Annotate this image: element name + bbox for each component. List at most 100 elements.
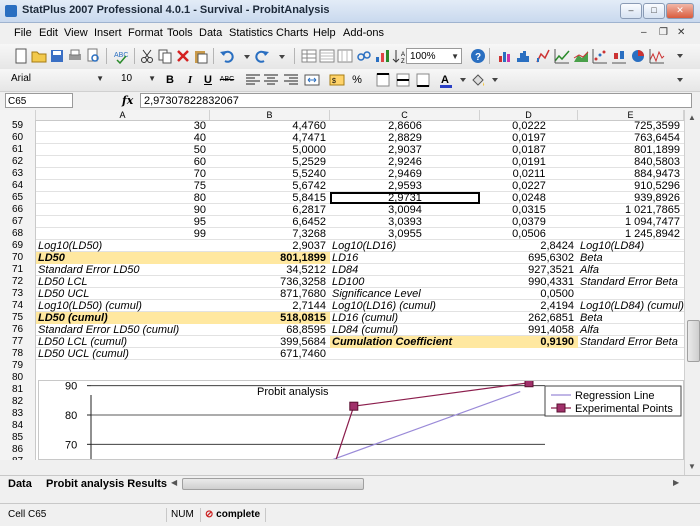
row-number[interactable]: 86 (0, 444, 36, 456)
open-folder-icon[interactable] (31, 48, 47, 64)
column-header-c[interactable]: C (330, 110, 480, 120)
cell-a[interactable]: 90 (36, 204, 210, 216)
cell-b[interactable]: 2,9037 (210, 240, 330, 252)
cell-b[interactable]: 5,2529 (210, 156, 330, 168)
row-number[interactable]: 59 (0, 120, 36, 132)
select-all-corner[interactable] (0, 110, 36, 120)
menu-statistics[interactable]: Statistics (229, 27, 273, 39)
border-bottom-icon[interactable] (415, 72, 431, 88)
row-number[interactable]: 77 (0, 336, 36, 348)
cell-d[interactable]: 0,0500 (480, 288, 578, 300)
line-chart-icon[interactable] (554, 48, 570, 64)
cell-b[interactable]: 4,4760 (210, 120, 330, 132)
cell-c[interactable]: LD84 (330, 264, 480, 276)
row-number[interactable]: 74 (0, 300, 36, 312)
mdi-restore-icon[interactable]: ❐ (659, 28, 669, 38)
scatter-chart-icon[interactable] (592, 48, 608, 64)
cell-d[interactable]: 991,4058 (480, 324, 578, 336)
pie-chart-icon[interactable] (630, 48, 646, 64)
cell-b[interactable]: 6,2817 (210, 204, 330, 216)
scroll-up-icon[interactable]: ▲ (688, 113, 696, 122)
cell-c[interactable]: Log10(LD16) (330, 240, 480, 252)
border-middle-icon[interactable] (395, 72, 411, 88)
cell-e[interactable] (578, 288, 684, 300)
strikethrough-button[interactable]: ABC (219, 72, 235, 88)
cell-d[interactable]: 0,0211 (480, 168, 578, 180)
cell-e[interactable]: Log10(LD84) (cumul) (578, 300, 684, 312)
spell-check-icon[interactable]: ABC (113, 48, 129, 64)
vertical-scroll-thumb[interactable] (687, 320, 700, 362)
scroll-left-icon[interactable]: ◀ (171, 478, 177, 487)
save-icon[interactable] (49, 48, 65, 64)
function-icon[interactable]: fx (122, 94, 133, 107)
fill-color-icon[interactable] (470, 72, 486, 88)
statistics-icon[interactable] (535, 48, 551, 64)
toolbar-options-icon[interactable] (672, 48, 688, 64)
cell-d[interactable]: 0,0197 (480, 132, 578, 144)
cell-e[interactable]: 939,8926 (578, 192, 684, 204)
redo-dropdown-icon[interactable] (274, 48, 290, 64)
cell-c[interactable]: 2,9469 (330, 168, 480, 180)
cell-a[interactable]: Log10(LD50) (cumul) (36, 300, 210, 312)
menu-addons[interactable]: Add-ons (343, 27, 384, 39)
area-chart-icon[interactable] (573, 48, 589, 64)
cell-b[interactable]: 6,6452 (210, 216, 330, 228)
column-header-b[interactable]: B (210, 110, 330, 120)
cell-c[interactable]: LD16 (cumul) (330, 312, 480, 324)
cell-b[interactable]: 7,3268 (210, 228, 330, 240)
row-number[interactable]: 81 (0, 384, 36, 396)
cell-c[interactable] (330, 348, 480, 360)
cell-b[interactable]: 5,6742 (210, 180, 330, 192)
align-right-icon[interactable] (283, 72, 299, 88)
cell-a[interactable]: 50 (36, 144, 210, 156)
cell-d[interactable]: 0,9190 (480, 336, 578, 348)
cell-e[interactable]: 725,3599 (578, 120, 684, 132)
cell-e[interactable] (578, 348, 684, 360)
menu-tools[interactable]: Tools (167, 27, 193, 39)
menu-data[interactable]: Data (199, 27, 222, 39)
cell-d[interactable] (480, 348, 578, 360)
italic-button[interactable]: I (182, 72, 198, 88)
spreadsheet-grid[interactable]: A B C D E 59 30 4,4760 2,8606 0,0222 725,3599… (0, 110, 684, 460)
cell-b[interactable]: 68,8595 (210, 324, 330, 336)
cell-a[interactable]: LD50 UCL (36, 288, 210, 300)
cell-b[interactable]: 2,7144 (210, 300, 330, 312)
help-icon[interactable]: ? (470, 48, 486, 64)
cell-c[interactable]: 2,9246 (330, 156, 480, 168)
cell-a[interactable]: LD50 (cumul) (36, 312, 210, 324)
vertical-scrollbar[interactable]: ▲ ▼ (684, 110, 700, 475)
row-number[interactable]: 64 (0, 180, 36, 192)
cell-c[interactable]: 3,0955 (330, 228, 480, 240)
table-icon[interactable] (301, 48, 317, 64)
horizontal-scroll-thumb[interactable] (182, 478, 364, 490)
delete-icon[interactable] (175, 48, 191, 64)
tab-data[interactable]: Data (8, 477, 32, 491)
cell-b[interactable]: 5,5240 (210, 168, 330, 180)
cell-a[interactable]: LD50 LCL (36, 276, 210, 288)
row-number[interactable]: 78 (0, 348, 36, 360)
row-number[interactable]: 60 (0, 132, 36, 144)
border-top-icon[interactable] (375, 72, 391, 88)
sheet-icon[interactable] (319, 48, 335, 64)
cell-a[interactable]: 99 (36, 228, 210, 240)
cell-d[interactable]: 927,3521 (480, 264, 578, 276)
cell-c[interactable]: LD16 (330, 252, 480, 264)
experimental-point[interactable] (349, 401, 359, 411)
print-preview-icon[interactable] (85, 48, 101, 64)
cell-d[interactable]: 0,0222 (480, 120, 578, 132)
row-number[interactable]: 62 (0, 156, 36, 168)
menu-charts[interactable]: Charts (276, 27, 308, 39)
align-center-icon[interactable] (263, 72, 279, 88)
cell-e[interactable]: 763,6454 (578, 132, 684, 144)
number-format-icon[interactable]: $ (329, 72, 345, 88)
cell-e[interactable]: 801,1899 (578, 144, 684, 156)
row-number[interactable]: 68 (0, 228, 36, 240)
cut-icon[interactable] (139, 48, 155, 64)
menu-format[interactable]: Format (128, 27, 163, 39)
cell-b[interactable]: 5,0000 (210, 144, 330, 156)
cell-d[interactable]: 0,0248 (480, 192, 578, 204)
row-number[interactable]: 67 (0, 216, 36, 228)
cell-b[interactable]: 399,5684 (210, 336, 330, 348)
cell-a[interactable]: Standard Error LD50 (cumul) (36, 324, 210, 336)
cell-d[interactable]: 0,0191 (480, 156, 578, 168)
